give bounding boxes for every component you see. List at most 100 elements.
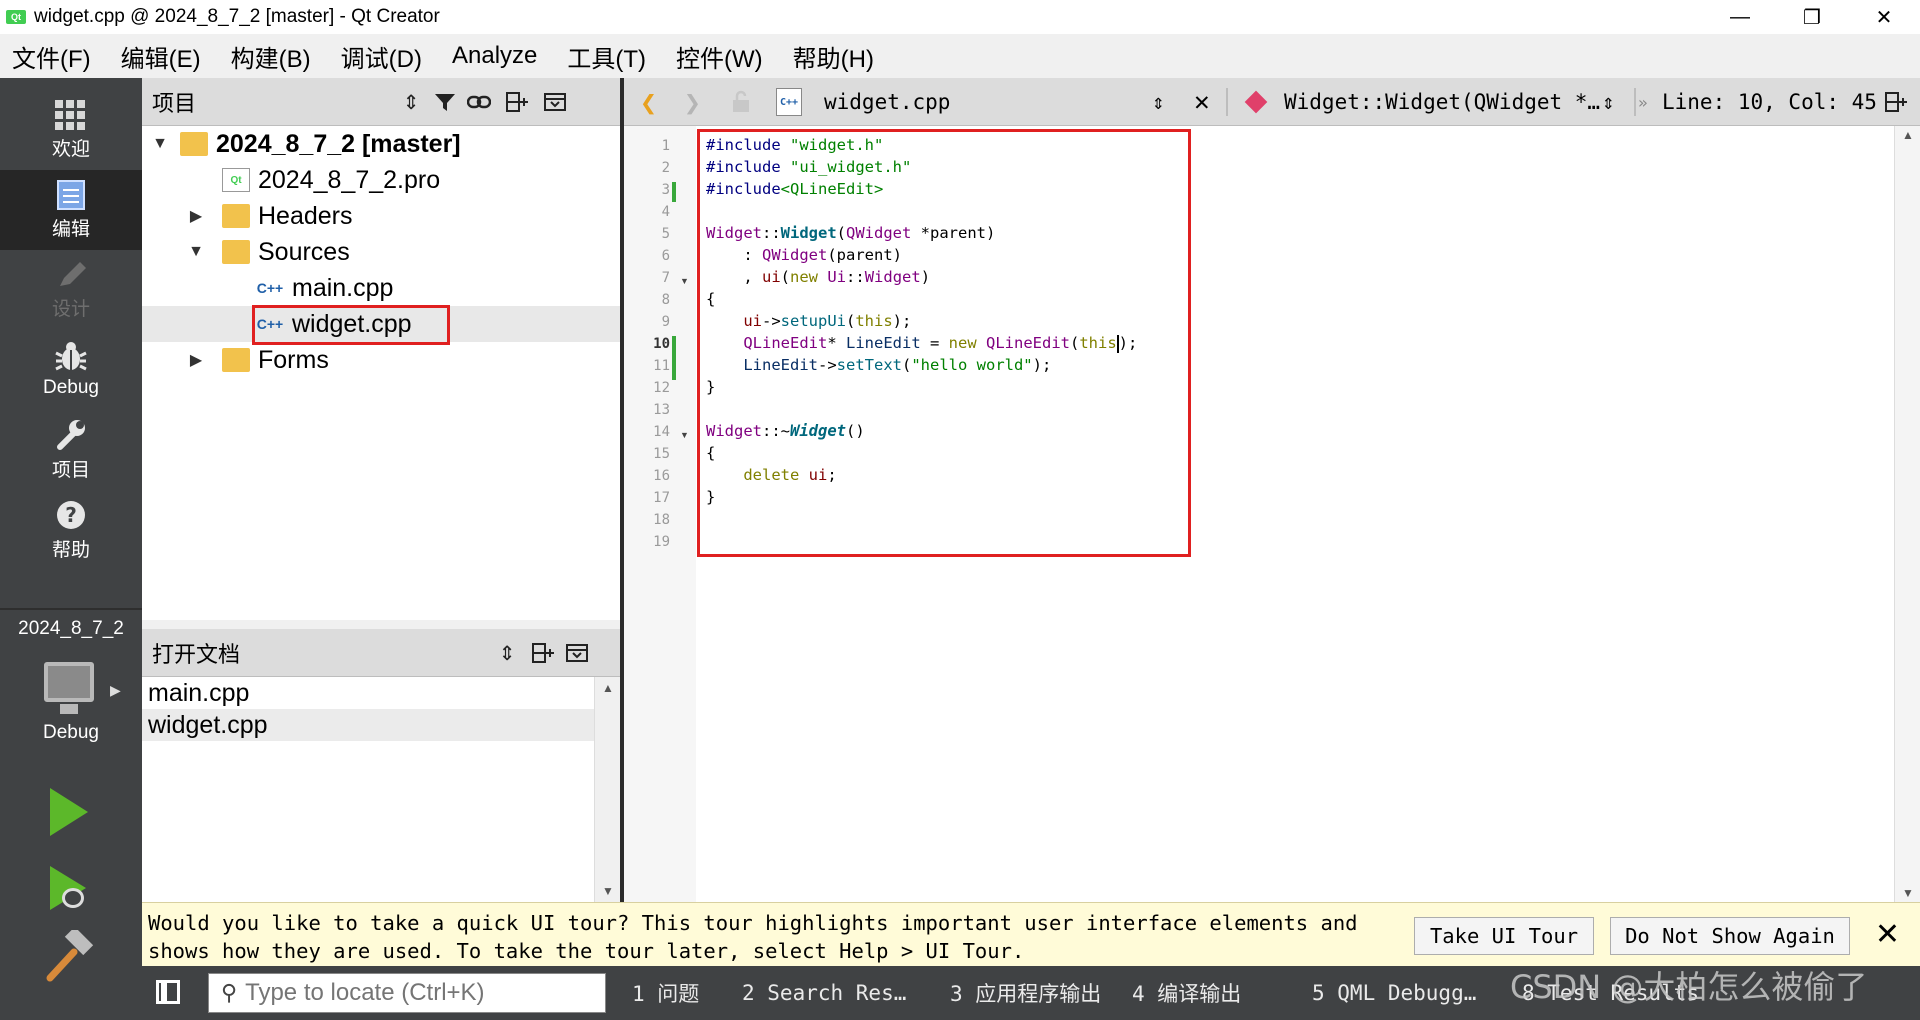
collapse-arrow-icon[interactable]: ▼ (150, 135, 170, 153)
lock-icon[interactable] (730, 78, 752, 126)
view-selector-arrows-icon[interactable]: ⇕ (398, 90, 424, 114)
open-document-item[interactable]: main.cpp (142, 677, 594, 709)
current-file-name[interactable]: widget.cpp (824, 78, 950, 126)
menu-tools[interactable]: 工具(T) (567, 39, 646, 74)
scroll-up-icon[interactable]: ▲ (1895, 128, 1920, 142)
split-icon[interactable] (504, 90, 530, 114)
mode-projects[interactable]: 项目 (0, 410, 142, 490)
close-panel-icon[interactable] (542, 90, 568, 114)
pro-file-icon: Qt (222, 168, 250, 192)
more-icon[interactable]: » (1638, 78, 1648, 126)
mode-label: 帮助 (51, 539, 90, 561)
code-highlight-box (697, 129, 1191, 557)
line-number: 5 (661, 226, 670, 242)
menu-analyze[interactable]: Analyze (452, 42, 537, 70)
open-documents-scrollbar[interactable]: ▲ ▼ (594, 677, 620, 902)
tab-qml-debugger[interactable]: 5 QML Debugg… (1312, 976, 1476, 1010)
view-selector-arrows-icon[interactable]: ⇕ (494, 641, 520, 665)
menu-debug[interactable]: 调试(D) (341, 39, 422, 74)
projects-panel-header: 项目 ⇕ (142, 78, 620, 126)
file-selector-arrows-icon[interactable]: ⇕ (1152, 78, 1165, 126)
line-number: 7 (661, 270, 670, 286)
tree-item-pro-file[interactable]: Qt 2024_8_7_2.pro (142, 162, 620, 198)
mode-design[interactable]: 设计 (0, 250, 142, 330)
monitor-icon[interactable] (44, 662, 94, 702)
symbol-selector-arrows-icon[interactable]: ⇕ (1602, 78, 1615, 126)
toggle-sidebar-icon[interactable] (156, 980, 180, 1004)
filter-icon[interactable] (432, 90, 458, 114)
headers-folder-icon (222, 204, 250, 228)
mode-edit[interactable]: 编辑 (0, 170, 142, 250)
cursor-position[interactable]: Line: 10, Col: 45 (1662, 78, 1877, 126)
window-controls: — ❐ ✕ (1704, 0, 1920, 34)
kit-project-name: 2024_8_7_2 (18, 618, 124, 639)
scroll-up-icon[interactable]: ▲ (595, 677, 621, 699)
svg-text:?: ? (65, 503, 77, 527)
changed-line-marker (672, 182, 676, 202)
qt-creator-window: Qt widget.cpp @ 2024_8_7_2 [master] - Qt… (0, 0, 1920, 1020)
line-number: 12 (653, 380, 670, 396)
menu-help[interactable]: 帮助(H) (793, 39, 874, 74)
expand-arrow-icon[interactable]: ▶ (186, 350, 206, 370)
locator[interactable]: ⚲ (208, 973, 606, 1013)
kit-selector-arrow-icon[interactable]: ▶ (110, 682, 121, 699)
mode-welcome[interactable]: 欢迎 (0, 90, 142, 170)
close-document-icon[interactable]: ✕ (1194, 78, 1210, 126)
pro-file-label: 2024_8_7_2.pro (258, 165, 441, 194)
menu-file[interactable]: 文件(F) (12, 39, 91, 74)
link-icon[interactable] (466, 90, 492, 114)
mode-label: 项目 (51, 459, 90, 481)
hammer-icon[interactable] (44, 930, 96, 982)
restore-button[interactable]: ❐ (1776, 0, 1848, 34)
close-infobar-icon[interactable]: ✕ (1875, 917, 1900, 952)
tree-item-sources[interactable]: ▼ Sources (142, 234, 620, 270)
line-number-gutter: 1 2 3 4 5 6 7 8 9 10 11 12 13 14 15 16 1… (624, 126, 696, 902)
symbol-selector[interactable]: Widget::Widget(QWidget *… (1284, 78, 1600, 126)
line-number: 6 (661, 248, 670, 264)
line-number: 2 (661, 160, 670, 176)
take-ui-tour-button[interactable]: Take UI Tour (1414, 917, 1594, 955)
editor-scrollbar[interactable]: ▲ ▼ (1894, 126, 1920, 902)
back-arrow-icon[interactable]: ❮ (640, 78, 657, 126)
menu-build[interactable]: 构建(B) (231, 39, 311, 74)
tree-item-forms[interactable]: ▶ Forms (142, 342, 620, 378)
tree-item-project-root[interactable]: ▼ 2024_8_7_2 [master] (142, 126, 620, 162)
tree-item-main-cpp[interactable]: C++ main.cpp (142, 270, 620, 306)
open-documents-header: 打开文档 ⇕ (142, 629, 620, 677)
close-panel-icon[interactable] (564, 641, 590, 665)
symbol-diamond-icon (1244, 78, 1268, 126)
mode-label: 设计 (51, 298, 90, 320)
fold-marker-icon[interactable]: ▼ (680, 276, 689, 286)
fold-marker-icon[interactable]: ▼ (680, 430, 689, 440)
collapse-arrow-icon[interactable]: ▼ (186, 243, 206, 261)
open-document-item[interactable]: widget.cpp (142, 709, 594, 741)
main-cpp-label: main.cpp (292, 273, 394, 302)
tab-issues[interactable]: 1 问题 (632, 976, 699, 1010)
menu-controls[interactable]: 控件(W) (676, 39, 763, 74)
split-icon[interactable] (530, 641, 556, 665)
search-icon: ⚲ (221, 980, 238, 1005)
expand-arrow-icon[interactable]: ▶ (186, 206, 206, 226)
editor-toolbar: ❮ ❯ C++ widget.cpp ⇕ ✕ Widget::Widget(QW… (624, 78, 1920, 126)
wrench-icon (57, 419, 85, 450)
qt-logo-icon: Qt (6, 10, 26, 24)
scroll-down-icon[interactable]: ▼ (1895, 886, 1920, 900)
tab-search-results[interactable]: 2 Search Res… (742, 976, 906, 1010)
forward-arrow-icon[interactable]: ❯ (684, 78, 701, 126)
line-number: 19 (653, 534, 670, 550)
locator-input[interactable] (245, 979, 586, 1007)
do-not-show-again-button[interactable]: Do Not Show Again (1610, 917, 1850, 955)
close-window-button[interactable]: ✕ (1848, 0, 1920, 34)
run-button[interactable] (50, 788, 88, 836)
scroll-down-icon[interactable]: ▼ (595, 880, 621, 902)
title-bar: Qt widget.cpp @ 2024_8_7_2 [master] - Qt… (0, 0, 1920, 34)
tab-application-output[interactable]: 3 应用程序输出 (950, 976, 1101, 1010)
split-editor-icon[interactable] (1884, 78, 1908, 126)
tab-compile-output[interactable]: 4 编译输出 (1132, 976, 1241, 1010)
menu-edit[interactable]: 编辑(E) (121, 39, 201, 74)
minimize-button[interactable]: — (1704, 0, 1776, 34)
mode-debug[interactable]: Debug (0, 330, 142, 410)
tree-item-headers[interactable]: ▶ Headers (142, 198, 620, 234)
grid-icon (55, 99, 87, 130)
mode-help[interactable]: ? 帮助 (0, 490, 142, 570)
